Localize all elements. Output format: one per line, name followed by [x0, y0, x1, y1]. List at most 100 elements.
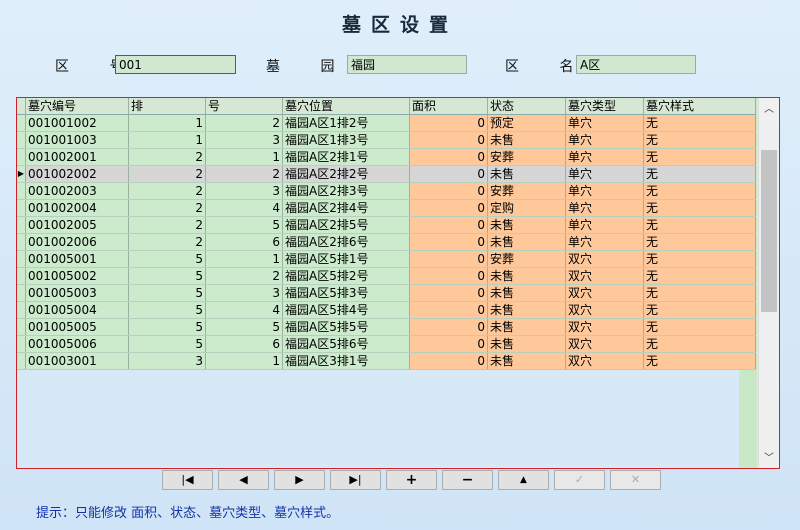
col-row-cell[interactable]: 5 — [128, 284, 206, 302]
col-area-cell[interactable]: 0 — [409, 182, 488, 200]
col-area-cell[interactable]: 0 — [409, 284, 488, 302]
col-area-cell[interactable]: 0 — [409, 335, 488, 353]
col-row-header[interactable]: 排 — [128, 98, 206, 115]
col-type-cell[interactable]: 单穴 — [565, 199, 644, 217]
col-area-cell[interactable]: 0 — [409, 233, 488, 251]
col-area-cell[interactable]: 0 — [409, 131, 488, 149]
row-indicator[interactable] — [17, 233, 26, 251]
col-grave-no-cell[interactable]: 001002006 — [25, 233, 129, 251]
nav-delete-button[interactable]: − — [442, 470, 493, 490]
col-area-cell[interactable]: 0 — [409, 216, 488, 234]
col-status-cell[interactable]: 安葬 — [487, 148, 566, 166]
col-type-cell[interactable]: 单穴 — [565, 148, 644, 166]
col-style-cell[interactable]: 无 — [643, 352, 756, 370]
row-indicator[interactable] — [17, 148, 26, 166]
row-indicator[interactable] — [17, 284, 26, 302]
col-status-header[interactable]: 状态 — [487, 98, 566, 115]
col-grave-no-cell[interactable]: 001001003 — [25, 131, 129, 149]
col-number-cell[interactable]: 3 — [205, 182, 283, 200]
col-style-cell[interactable]: 无 — [643, 199, 756, 217]
scroll-thumb[interactable] — [761, 150, 777, 312]
col-area-cell[interactable]: 0 — [409, 114, 488, 132]
col-area-cell[interactable]: 0 — [409, 148, 488, 166]
col-style-cell[interactable]: 无 — [643, 318, 756, 336]
scroll-down-arrow-icon[interactable]: ﹀ — [759, 449, 779, 464]
row-indicator[interactable] — [17, 182, 26, 200]
col-location-header[interactable]: 墓穴位置 — [282, 98, 410, 115]
col-number-cell[interactable]: 1 — [205, 148, 283, 166]
row-indicator[interactable] — [17, 250, 26, 268]
col-row-cell[interactable]: 2 — [128, 148, 206, 166]
col-row-cell[interactable]: 5 — [128, 250, 206, 268]
col-location-cell[interactable]: 福园A区5排3号 — [282, 284, 410, 302]
col-area-cell[interactable]: 0 — [409, 250, 488, 268]
nav-post-button[interactable]: ✓ — [554, 470, 605, 490]
col-type-cell[interactable]: 单穴 — [565, 165, 644, 183]
col-style-header[interactable]: 墓穴样式 — [643, 98, 756, 115]
col-row-cell[interactable]: 5 — [128, 335, 206, 353]
col-style-cell[interactable]: 无 — [643, 114, 756, 132]
col-location-cell[interactable]: 福园A区2排5号 — [282, 216, 410, 234]
col-style-cell[interactable]: 无 — [643, 284, 756, 302]
col-style-cell[interactable]: 无 — [643, 233, 756, 251]
col-row-cell[interactable]: 5 — [128, 318, 206, 336]
row-indicator[interactable] — [17, 131, 26, 149]
col-style-cell[interactable]: 无 — [643, 131, 756, 149]
col-status-cell[interactable]: 预定 — [487, 114, 566, 132]
col-number-cell[interactable]: 3 — [205, 131, 283, 149]
col-location-cell[interactable]: 福园A区2排2号 — [282, 165, 410, 183]
table-row[interactable]: 001005003 5 3 福园A区5排3号 0 未售 双穴无 — [17, 284, 756, 302]
col-status-cell[interactable]: 未售 — [487, 233, 566, 251]
col-number-cell[interactable]: 5 — [205, 216, 283, 234]
row-indicator[interactable] — [17, 199, 26, 217]
col-number-cell[interactable]: 3 — [205, 284, 283, 302]
table-row[interactable]: 001001003 1 3 福园A区1排3号 0 未售 单穴无 — [17, 131, 756, 149]
col-style-cell[interactable]: 无 — [643, 301, 756, 319]
table-row[interactable]: 001002006 2 6 福园A区2排6号 0 未售 单穴无 — [17, 233, 756, 251]
col-number-cell[interactable]: 6 — [205, 233, 283, 251]
col-type-cell[interactable]: 双穴 — [565, 267, 644, 285]
col-grave-no-cell[interactable]: 001005004 — [25, 301, 129, 319]
col-number-cell[interactable]: 2 — [205, 165, 283, 183]
col-type-cell[interactable]: 双穴 — [565, 318, 644, 336]
col-style-cell[interactable]: 无 — [643, 250, 756, 268]
col-type-cell[interactable]: 双穴 — [565, 284, 644, 302]
table-row[interactable]: 001002003 2 3 福园A区2排3号 0 安葬 单穴无 — [17, 182, 756, 200]
col-grave-no-cell[interactable]: 001002002 — [25, 165, 129, 183]
table-row[interactable]: 001005004 5 4 福园A区5排4号 0 未售 双穴无 — [17, 301, 756, 319]
col-grave-no-header[interactable]: 墓穴编号 — [25, 98, 129, 115]
col-type-cell[interactable]: 单穴 — [565, 233, 644, 251]
nav-edit-button[interactable]: ▲ — [498, 470, 549, 490]
row-indicator[interactable] — [17, 267, 26, 285]
cemetery-field[interactable]: 福园 — [347, 55, 467, 74]
col-type-cell[interactable]: 单穴 — [565, 114, 644, 132]
col-location-cell[interactable]: 福园A区2排6号 — [282, 233, 410, 251]
col-location-cell[interactable]: 福园A区5排5号 — [282, 318, 410, 336]
col-type-cell[interactable]: 单穴 — [565, 131, 644, 149]
vertical-scrollbar[interactable]: ︿ ﹀ — [758, 98, 779, 468]
col-style-cell[interactable]: 无 — [643, 148, 756, 166]
col-status-cell[interactable]: 未售 — [487, 318, 566, 336]
col-grave-no-cell[interactable]: 001002005 — [25, 216, 129, 234]
col-status-cell[interactable]: 未售 — [487, 165, 566, 183]
table-row[interactable]: 001003001 3 1 福园A区3排1号 0 未售 双穴无 — [17, 352, 756, 370]
scroll-up-arrow-icon[interactable]: ︿ — [759, 100, 779, 115]
col-area-cell[interactable]: 0 — [409, 165, 488, 183]
col-grave-no-cell[interactable]: 001003001 — [25, 352, 129, 370]
col-area-cell[interactable]: 0 — [409, 352, 488, 370]
col-area-cell[interactable]: 0 — [409, 267, 488, 285]
col-location-cell[interactable]: 福园A区2排3号 — [282, 182, 410, 200]
col-grave-no-cell[interactable]: 001002001 — [25, 148, 129, 166]
col-row-cell[interactable]: 5 — [128, 267, 206, 285]
table-row[interactable]: ▶ 001002002 2 2 福园A区2排2号 0 未售 单穴无 — [17, 165, 756, 183]
col-type-cell[interactable]: 双穴 — [565, 335, 644, 353]
col-row-cell[interactable]: 2 — [128, 182, 206, 200]
col-area-cell[interactable]: 0 — [409, 199, 488, 217]
zone-name-field[interactable]: A区 — [576, 55, 696, 74]
grave-grid[interactable]: 墓穴编号排号墓穴位置 面积 状态 墓穴类型 墓穴样式 001001002 1 2 福园A区1排… — [16, 97, 780, 469]
col-grave-no-cell[interactable]: 001002003 — [25, 182, 129, 200]
row-indicator[interactable] — [17, 114, 26, 132]
col-type-cell[interactable]: 双穴 — [565, 301, 644, 319]
col-location-cell[interactable]: 福园A区1排2号 — [282, 114, 410, 132]
col-location-cell[interactable]: 福园A区5排2号 — [282, 267, 410, 285]
